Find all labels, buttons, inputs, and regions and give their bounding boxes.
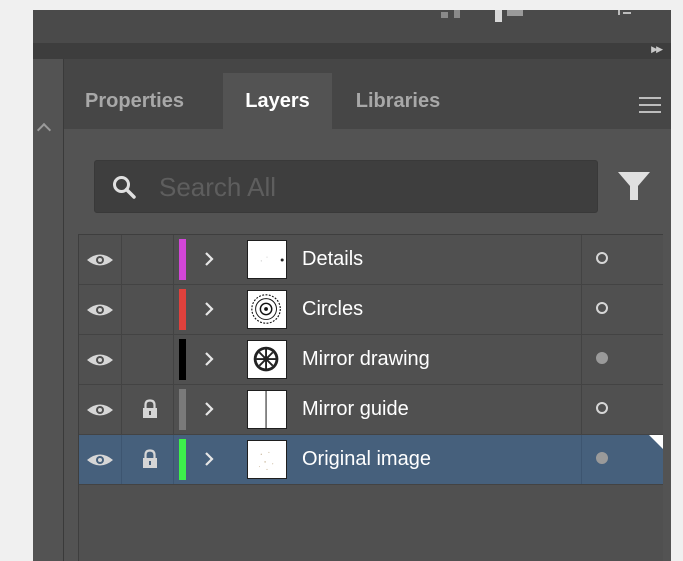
toolbar-icon[interactable] <box>495 10 502 22</box>
panel-tab-bar: Properties Layers Libraries <box>64 59 671 129</box>
eye-icon[interactable] <box>85 301 115 319</box>
layer-name[interactable]: Mirror guide <box>302 385 409 434</box>
layer-row-details[interactable]: Details <box>79 235 663 285</box>
circle-icon[interactable] <box>596 252 608 264</box>
circle-icon[interactable] <box>596 452 608 464</box>
illustrator-window: ▶▶ Properties Layers Libraries Search Al… <box>33 10 671 561</box>
eye-icon[interactable] <box>85 251 115 269</box>
lock-icon[interactable] <box>141 449 159 469</box>
layers-panel: Properties Layers Libraries Search All D… <box>64 59 671 561</box>
layer-color-bar <box>179 339 186 380</box>
chevron-right-icon[interactable] <box>199 349 219 369</box>
circle-icon[interactable] <box>596 402 608 414</box>
hamburger-icon[interactable] <box>639 97 661 113</box>
search-field[interactable] <box>94 160 598 213</box>
toolbar-icon[interactable] <box>507 10 523 16</box>
search-input[interactable] <box>157 169 581 205</box>
eye-icon[interactable] <box>85 451 115 469</box>
layer-name[interactable]: Details <box>302 235 363 284</box>
eye-icon[interactable] <box>85 351 115 369</box>
layer-row-original-image[interactable]: Original image <box>79 435 663 485</box>
layer-color-bar <box>179 239 186 280</box>
search-icon <box>113 176 136 199</box>
chevron-right-icon[interactable] <box>199 299 219 319</box>
layer-thumbnail <box>247 240 287 279</box>
panel-header-strip: ▶▶ <box>33 43 671 59</box>
layer-thumbnail <box>247 290 287 329</box>
layer-name[interactable]: Original image <box>302 435 431 484</box>
toolbar-icon[interactable] <box>618 10 620 15</box>
tab-libraries[interactable]: Libraries <box>336 73 460 129</box>
layer-color-bar <box>179 389 186 430</box>
layer-thumbnail <box>247 340 287 379</box>
toolbar-icon[interactable] <box>441 12 448 18</box>
layer-row-mirror-drawing[interactable]: Mirror drawing <box>79 335 663 385</box>
eye-icon[interactable] <box>85 401 115 419</box>
selected-art-indicator <box>649 435 663 449</box>
toolbar-icon[interactable] <box>454 10 460 18</box>
chevron-right-icon[interactable] <box>199 249 219 269</box>
layer-thumbnail <box>247 390 287 429</box>
layer-thumbnail <box>247 440 287 479</box>
layer-name[interactable]: Circles <box>302 285 363 334</box>
layer-row-mirror-guide[interactable]: Mirror guide <box>79 385 663 435</box>
toolbar-icon[interactable] <box>623 12 631 14</box>
lock-icon[interactable] <box>141 399 159 419</box>
chevron-right-icon[interactable] <box>199 399 219 419</box>
layer-color-bar <box>179 439 186 480</box>
left-panel-dock <box>33 59 64 561</box>
tab-properties[interactable]: Properties <box>64 73 205 129</box>
layers-list: Details Circles Mirror drawing Mirror gu… <box>78 234 663 561</box>
circle-icon[interactable] <box>596 302 608 314</box>
layer-row-circles[interactable]: Circles <box>79 285 663 335</box>
layer-name[interactable]: Mirror drawing <box>302 335 430 384</box>
chevron-right-icon[interactable] <box>199 449 219 469</box>
chevron-up-icon[interactable] <box>36 122 52 138</box>
filter-icon[interactable] <box>617 169 651 203</box>
double-chevron-right-icon[interactable]: ▶▶ <box>651 44 663 55</box>
application-top-bar <box>33 10 671 43</box>
tab-layers[interactable]: Layers <box>223 73 332 129</box>
circle-icon[interactable] <box>596 352 608 364</box>
layer-color-bar <box>179 289 186 330</box>
